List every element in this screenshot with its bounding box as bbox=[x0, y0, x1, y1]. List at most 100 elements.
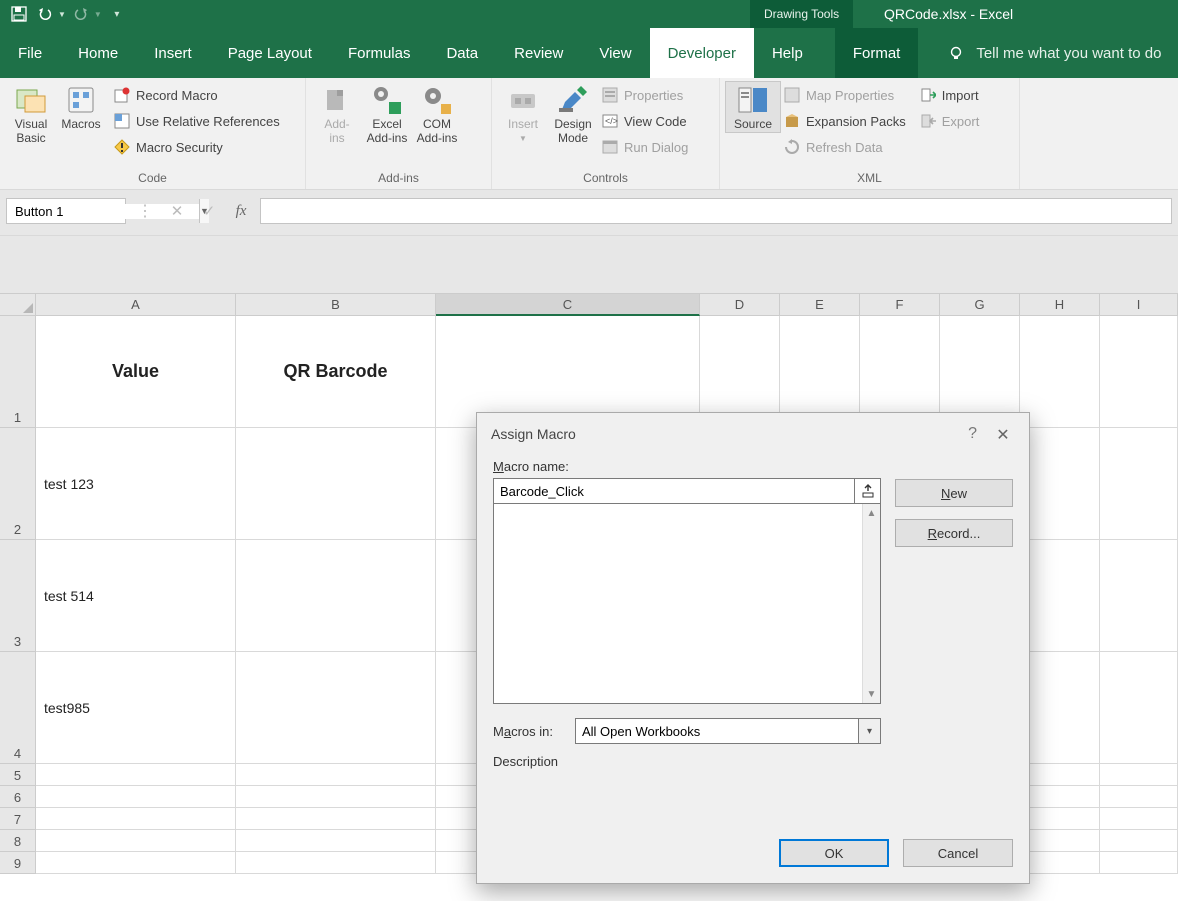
macro-name-input[interactable] bbox=[493, 478, 855, 504]
cell-a8[interactable] bbox=[36, 830, 236, 852]
cell-a9[interactable] bbox=[36, 852, 236, 874]
tab-insert[interactable]: Insert bbox=[136, 28, 210, 78]
column-header-a[interactable]: A bbox=[36, 294, 236, 316]
record-macro-button-dialog[interactable]: Record... bbox=[895, 519, 1013, 547]
cell-b1[interactable]: QR Barcode bbox=[236, 316, 436, 428]
cell-i2[interactable] bbox=[1100, 428, 1178, 540]
macros-in-dropdown-icon[interactable]: ▾ bbox=[859, 718, 881, 744]
new-macro-button[interactable]: New bbox=[895, 479, 1013, 507]
cell-i1[interactable] bbox=[1100, 316, 1178, 428]
save-icon[interactable] bbox=[8, 3, 30, 25]
cell-h9[interactable] bbox=[1020, 852, 1100, 874]
xml-export-button[interactable]: Export bbox=[916, 110, 984, 132]
addins-button[interactable]: Add- ins bbox=[312, 82, 362, 146]
row-header-8[interactable]: 8 bbox=[0, 830, 36, 852]
tell-me-search[interactable]: Tell me what you want to do bbox=[948, 28, 1161, 78]
macro-list-scrollbar[interactable]: ▲ ▼ bbox=[862, 504, 880, 703]
cell-h8[interactable] bbox=[1020, 830, 1100, 852]
macro-name-collapse-icon[interactable] bbox=[855, 478, 881, 504]
cell-i6[interactable] bbox=[1100, 786, 1178, 808]
macros-in-combo[interactable]: All Open Workbooks ▾ bbox=[575, 718, 881, 744]
excel-addins-button[interactable]: Excel Add-ins bbox=[362, 82, 412, 146]
record-macro-button[interactable]: Record Macro bbox=[110, 84, 284, 106]
cell-a4[interactable]: test985 bbox=[36, 652, 236, 764]
formula-input[interactable] bbox=[260, 198, 1172, 224]
scroll-down-icon[interactable]: ▼ bbox=[863, 685, 880, 703]
cancel-button[interactable]: Cancel bbox=[903, 839, 1013, 867]
design-mode-button[interactable]: Design Mode bbox=[548, 82, 598, 146]
cell-b3[interactable] bbox=[236, 540, 436, 652]
dialog-close-icon[interactable]: ✕ bbox=[991, 423, 1015, 447]
row-header-7[interactable]: 7 bbox=[0, 808, 36, 830]
tab-review[interactable]: Review bbox=[496, 28, 581, 78]
row-header-2[interactable]: 2 bbox=[0, 428, 36, 540]
cell-i8[interactable] bbox=[1100, 830, 1178, 852]
tab-developer[interactable]: Developer bbox=[650, 28, 754, 78]
macro-security-button[interactable]: Macro Security bbox=[110, 136, 284, 158]
tab-formulas[interactable]: Formulas bbox=[330, 28, 429, 78]
tab-format[interactable]: Format bbox=[835, 28, 919, 78]
tab-help[interactable]: Help bbox=[754, 28, 821, 78]
tab-data[interactable]: Data bbox=[428, 28, 496, 78]
use-relative-references-button[interactable]: Use Relative References bbox=[110, 110, 284, 132]
row-header-3[interactable]: 3 bbox=[0, 540, 36, 652]
column-header-d[interactable]: D bbox=[700, 294, 780, 316]
select-all-corner[interactable] bbox=[0, 294, 36, 316]
cell-a5[interactable] bbox=[36, 764, 236, 786]
refresh-data-button[interactable]: Refresh Data bbox=[780, 136, 910, 158]
tab-view[interactable]: View bbox=[581, 28, 649, 78]
cell-i3[interactable] bbox=[1100, 540, 1178, 652]
ok-button[interactable]: OK bbox=[779, 839, 889, 867]
cell-i5[interactable] bbox=[1100, 764, 1178, 786]
name-box[interactable]: ▼ bbox=[6, 198, 126, 224]
cell-i4[interactable] bbox=[1100, 652, 1178, 764]
macro-list[interactable]: ▲ ▼ bbox=[493, 504, 881, 704]
column-header-i[interactable]: I bbox=[1100, 294, 1178, 316]
column-header-b[interactable]: B bbox=[236, 294, 436, 316]
tab-file[interactable]: File bbox=[0, 28, 60, 78]
insert-function-icon[interactable]: fx bbox=[228, 198, 254, 224]
cell-a6[interactable] bbox=[36, 786, 236, 808]
run-dialog-button[interactable]: Run Dialog bbox=[598, 136, 692, 158]
column-header-f[interactable]: F bbox=[860, 294, 940, 316]
cell-h1[interactable] bbox=[1020, 316, 1100, 428]
undo-icon[interactable] bbox=[34, 3, 56, 25]
cell-h7[interactable] bbox=[1020, 808, 1100, 830]
column-header-e[interactable]: E bbox=[780, 294, 860, 316]
properties-button[interactable]: Properties bbox=[598, 84, 692, 106]
cancel-formula-icon[interactable]: ✕ bbox=[164, 198, 190, 224]
row-header-4[interactable]: 4 bbox=[0, 652, 36, 764]
column-header-c[interactable]: C bbox=[436, 294, 700, 316]
insert-control-button[interactable]: Insert▼ bbox=[498, 82, 548, 143]
cell-b5[interactable] bbox=[236, 764, 436, 786]
column-header-h[interactable]: H bbox=[1020, 294, 1100, 316]
cell-a2[interactable]: test 123 bbox=[36, 428, 236, 540]
dialog-help-icon[interactable]: ? bbox=[968, 425, 977, 443]
macros-button[interactable]: Macros bbox=[56, 82, 106, 132]
cell-h5[interactable] bbox=[1020, 764, 1100, 786]
scroll-up-icon[interactable]: ▲ bbox=[863, 504, 880, 522]
cell-b7[interactable] bbox=[236, 808, 436, 830]
cell-h6[interactable] bbox=[1020, 786, 1100, 808]
cell-a7[interactable] bbox=[36, 808, 236, 830]
visual-basic-button[interactable]: Visual Basic bbox=[6, 82, 56, 146]
view-code-button[interactable]: </>View Code bbox=[598, 110, 692, 132]
cell-a1[interactable]: Value bbox=[36, 316, 236, 428]
row-header-6[interactable]: 6 bbox=[0, 786, 36, 808]
cell-b4[interactable] bbox=[236, 652, 436, 764]
xml-source-button[interactable]: Source bbox=[726, 82, 780, 132]
tab-page-layout[interactable]: Page Layout bbox=[210, 28, 330, 78]
dialog-titlebar[interactable]: Assign Macro ? ✕ bbox=[477, 413, 1029, 455]
redo-icon[interactable] bbox=[70, 3, 92, 25]
cell-b2[interactable] bbox=[236, 428, 436, 540]
cell-b6[interactable] bbox=[236, 786, 436, 808]
cell-h3[interactable] bbox=[1020, 540, 1100, 652]
expansion-packs-button[interactable]: Expansion Packs bbox=[780, 110, 910, 132]
row-header-5[interactable]: 5 bbox=[0, 764, 36, 786]
column-header-g[interactable]: G bbox=[940, 294, 1020, 316]
cell-i9[interactable] bbox=[1100, 852, 1178, 874]
com-addins-button[interactable]: COM Add-ins bbox=[412, 82, 462, 146]
qat-customize-icon[interactable]: ▾ bbox=[106, 3, 128, 25]
cell-a3[interactable]: test 514 bbox=[36, 540, 236, 652]
tab-home[interactable]: Home bbox=[60, 28, 136, 78]
